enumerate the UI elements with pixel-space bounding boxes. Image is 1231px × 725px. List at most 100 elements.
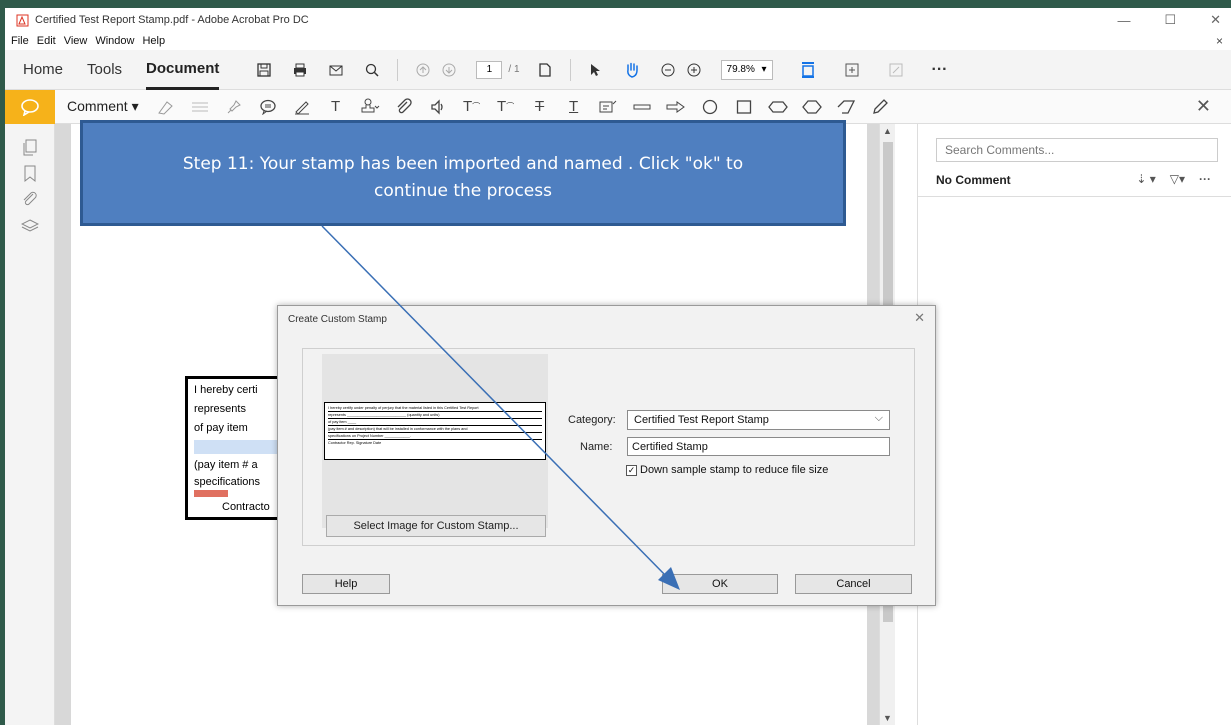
downsample-checkbox[interactable]: ✓	[626, 464, 637, 476]
stamp-line: I hereby certi	[194, 384, 258, 396]
search-comments-input[interactable]: Search Comments...	[936, 138, 1218, 162]
dialog-title: Create Custom Stamp	[288, 314, 387, 325]
cloud-tool-icon[interactable]	[767, 96, 789, 118]
toolbar-divider	[569, 58, 571, 81]
polygon-line-tool-icon[interactable]	[835, 96, 857, 118]
comment-menu[interactable]: Comment ▾	[67, 98, 139, 115]
stamp-tool-icon[interactable]	[359, 96, 381, 118]
stamp-name-field[interactable]: Certified Stamp	[627, 437, 890, 456]
more-options-icon[interactable]: ···	[1199, 172, 1211, 186]
category-dropdown[interactable]: Certified Test Report Stamp ⌵	[627, 410, 890, 430]
stamp-line: of pay item	[194, 422, 248, 434]
underline-text-icon[interactable]	[189, 96, 211, 118]
callout-text-line2: continue the process	[374, 181, 552, 201]
record-audio-icon[interactable]	[427, 96, 449, 118]
stamp-line: (pay item # a	[194, 459, 258, 471]
stamp-line: specifications	[194, 476, 261, 488]
title-bar: Certified Test Report Stamp.pdf - Adobe …	[5, 8, 1231, 32]
stamp-line: represents	[194, 403, 246, 415]
scroll-up-icon[interactable]: ▲	[883, 126, 892, 136]
attach-file-icon[interactable]	[393, 96, 415, 118]
page-total: / 1	[508, 64, 520, 75]
close-document-button[interactable]: ×	[1216, 34, 1223, 48]
preview-line: specifications on Project Number _______…	[328, 433, 542, 440]
window-title: Certified Test Report Stamp.pdf - Adobe …	[35, 14, 309, 26]
pencil-markup-icon[interactable]	[291, 96, 313, 118]
menu-window[interactable]: Window	[95, 35, 134, 47]
pin-icon[interactable]	[223, 96, 245, 118]
menu-file[interactable]: File	[11, 35, 29, 47]
sticky-note-icon[interactable]	[257, 96, 279, 118]
page-thumbnails-icon[interactable]	[20, 138, 40, 158]
ok-button[interactable]: OK	[662, 574, 778, 594]
no-comment-label: No Comment	[936, 173, 1011, 187]
strikethrough-icon[interactable]: T	[529, 96, 551, 118]
polygon-tool-icon[interactable]	[801, 96, 823, 118]
close-window-button[interactable]: ✕	[1210, 12, 1221, 28]
highlight-tool-icon[interactable]	[155, 96, 177, 118]
scroll-down-icon[interactable]: ▼	[883, 713, 892, 723]
previous-page-icon[interactable]	[412, 59, 434, 81]
underline-icon[interactable]: T	[563, 96, 585, 118]
attachments-icon[interactable]	[20, 190, 40, 210]
tab-document[interactable]: Document	[146, 50, 220, 90]
comment-speech-bubble-icon	[5, 89, 55, 124]
zoom-level-dropdown[interactable]: 79.8% ▾	[720, 59, 773, 80]
downsample-checkbox-row[interactable]: ✓ Down sample stamp to reduce file size	[626, 464, 828, 476]
select-tool-icon[interactable]	[585, 59, 607, 81]
pencil-tool-icon[interactable]	[869, 96, 891, 118]
fit-width-icon[interactable]	[841, 59, 863, 81]
maximize-button[interactable]: ☐	[1164, 12, 1176, 28]
save-icon[interactable]	[253, 59, 275, 81]
more-tools-icon[interactable]: ···	[929, 59, 951, 81]
text-box-icon[interactable]: T	[325, 96, 347, 118]
search-icon[interactable]	[361, 59, 383, 81]
full-screen-icon[interactable]	[885, 59, 907, 81]
cancel-button[interactable]: Cancel	[795, 574, 912, 594]
preview-line: represents ____________________________ …	[328, 412, 542, 419]
insert-text-icon[interactable]: T ⌒	[461, 96, 483, 118]
close-comment-toolbar-button[interactable]: ✕	[1196, 96, 1211, 117]
email-icon[interactable]	[325, 59, 347, 81]
tab-home[interactable]: Home	[23, 50, 63, 90]
page-number-input[interactable]: 1	[476, 60, 503, 79]
create-custom-stamp-dialog: Create Custom Stamp ✕ I hereby certify u…	[277, 305, 936, 606]
select-image-button[interactable]: Select Image for Custom Stamp...	[326, 515, 546, 537]
preview-line: of pay item ____	[328, 419, 542, 426]
preview-line: Contractor Rep. Signature Date	[328, 441, 382, 445]
close-dialog-button[interactable]: ✕	[914, 310, 925, 326]
instruction-callout: Step 11: Your stamp has been imported an…	[80, 120, 846, 226]
zoom-in-icon[interactable]	[683, 59, 705, 81]
filter-comments-icon[interactable]: ▽▾	[1170, 172, 1185, 186]
toolbar-divider	[397, 58, 399, 81]
panel-divider	[918, 196, 1231, 197]
print-icon[interactable]	[289, 59, 311, 81]
add-text-comment-icon[interactable]	[597, 96, 619, 118]
zoom-level-value: 79.8%	[726, 64, 755, 75]
fit-page-icon[interactable]	[797, 59, 819, 81]
tab-tools[interactable]: Tools	[87, 50, 122, 90]
arrow-tool-icon[interactable]	[665, 96, 687, 118]
help-button[interactable]: Help	[302, 574, 390, 594]
zoom-out-icon[interactable]	[657, 59, 679, 81]
stamp-red-mark	[194, 490, 228, 497]
bookmark-icon[interactable]	[20, 164, 40, 184]
minimize-button[interactable]: —	[1117, 13, 1130, 28]
rectangle-tool-icon[interactable]	[733, 96, 755, 118]
page-fit-icon[interactable]	[534, 59, 556, 81]
layers-icon[interactable]	[20, 216, 40, 236]
hand-tool-icon[interactable]	[621, 59, 643, 81]
sort-comments-icon[interactable]: ⇣ ▾	[1136, 172, 1155, 186]
next-page-icon[interactable]	[438, 59, 460, 81]
replace-text-icon[interactable]: T ⌒	[495, 96, 517, 118]
callout-text-line1: Step 11: Your stamp has been imported an…	[182, 154, 744, 174]
menu-help[interactable]: Help	[142, 35, 165, 47]
preview-line: I hereby certify under penalty of perjur…	[328, 405, 542, 412]
menu-view[interactable]: View	[64, 35, 88, 47]
stamp-preview-image: I hereby certify under penalty of perjur…	[324, 402, 546, 460]
name-label: Name:	[580, 441, 613, 453]
chevron-down-icon: ⌵	[874, 412, 883, 424]
menu-edit[interactable]: Edit	[37, 35, 56, 47]
oval-tool-icon[interactable]	[699, 96, 721, 118]
line-tool-icon[interactable]	[631, 96, 653, 118]
